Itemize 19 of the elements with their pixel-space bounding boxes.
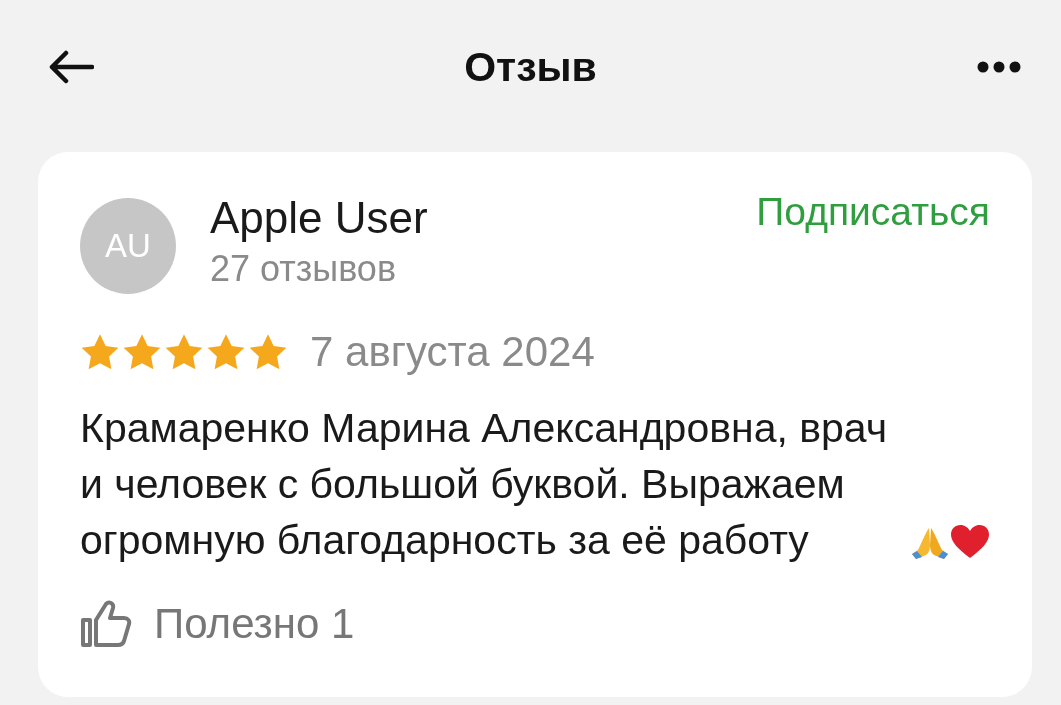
star-icon	[122, 333, 162, 371]
star-icon	[80, 333, 120, 371]
review-date: 7 августа 2024	[310, 328, 595, 376]
star-icon	[248, 333, 288, 371]
subscribe-button[interactable]: Подписаться	[756, 190, 990, 234]
author-name: Apple User	[210, 196, 429, 240]
review-count: 27 отзывов	[210, 248, 397, 290]
heart-icon	[950, 524, 990, 560]
more-icon	[977, 61, 1021, 73]
page-title: Отзыв	[464, 43, 597, 91]
more-button[interactable]	[977, 61, 1021, 73]
back-button[interactable]	[48, 50, 94, 84]
star-icon	[206, 333, 246, 371]
review-text: Крамаренко Марина Александровна, врач и человек с большой буквой. Выражаем огромную благодарность за её работу	[80, 404, 889, 565]
star-icon	[164, 333, 204, 371]
avatar: AU	[80, 198, 176, 294]
thumbs-up-icon	[80, 600, 132, 648]
helpful-button[interactable]: Полезно 1	[80, 600, 355, 648]
back-arrow-icon	[48, 50, 94, 84]
